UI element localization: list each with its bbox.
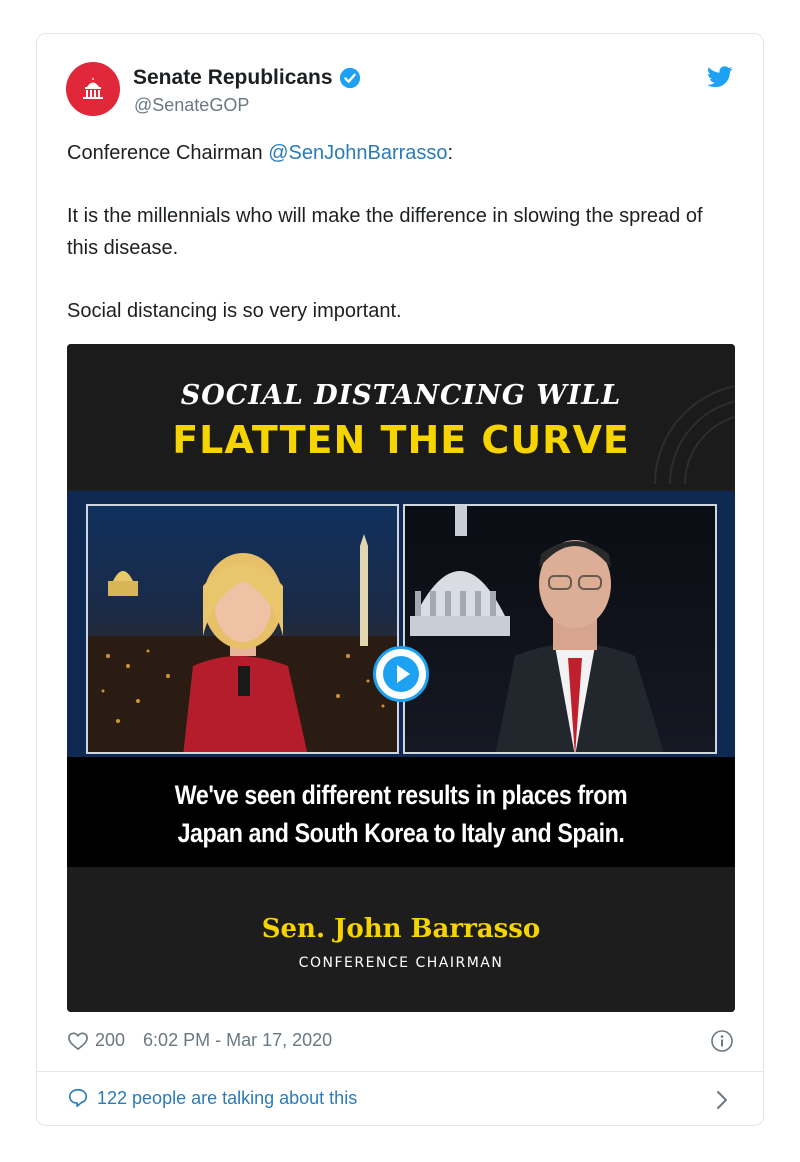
- chevron-right-icon[interactable]: [715, 1089, 729, 1111]
- tweet-paragraph-3: Social distancing is so very important.: [67, 300, 402, 322]
- anchor-video-panel: [86, 504, 399, 754]
- tweet-meta-row: 200 6:02 PM - Mar 17, 2020: [67, 1030, 332, 1051]
- caption-line-2: Japan and South Korea to Italy and Spain…: [177, 818, 625, 848]
- video-media[interactable]: SOCIAL DISTANCING WILL FLATTEN THE CURVE: [67, 344, 735, 1012]
- media-headline-banner: SOCIAL DISTANCING WILL FLATTEN THE CURVE: [67, 344, 735, 489]
- video-frame: [67, 491, 735, 757]
- conversation-count-text: 122 people are talking about this: [97, 1087, 358, 1108]
- author-display-name[interactable]: Senate Republicans: [133, 66, 333, 90]
- tweet-text-prefix: Conference Chairman: [67, 142, 269, 164]
- anchor-scene-image: [88, 534, 397, 752]
- tweet-text: Conference Chairman @SenJohnBarrasso: It…: [67, 137, 737, 358]
- headline-top: SOCIAL DISTANCING WILL: [180, 380, 622, 411]
- like-count[interactable]: 200: [95, 1030, 125, 1051]
- info-icon[interactable]: [710, 1029, 734, 1053]
- speaker-name-card: Sen. John Barrasso CONFERENCE CHAIRMAN: [67, 867, 735, 1012]
- speech-bubble-icon: [68, 1088, 88, 1108]
- embedded-tweet-card: Senate Republicans @SenateGOP Conference…: [36, 33, 764, 1126]
- speaker-name: Sen. John Barrasso: [261, 914, 541, 944]
- avatar[interactable]: [66, 62, 120, 116]
- tweet-paragraph-1: Conference Chairman @SenJohnBarrasso:: [67, 137, 737, 169]
- mention-link[interactable]: @SenJohnBarrasso: [268, 142, 447, 164]
- video-caption-bar: We've seen different results in places f…: [67, 757, 735, 867]
- video-caption: We've seen different results in places f…: [114, 776, 688, 852]
- senator-video-panel: [403, 504, 717, 754]
- play-button[interactable]: [373, 646, 429, 702]
- author-name-row: Senate Republicans: [133, 66, 361, 90]
- tweet-text-suffix: :: [447, 142, 454, 164]
- headline-bottom: FLATTEN THE CURVE: [172, 418, 630, 462]
- caption-line-1: We've seen different results in places f…: [174, 780, 628, 810]
- conversation-link[interactable]: 122 people are talking about this: [67, 1087, 357, 1109]
- senator-scene-image: [410, 506, 664, 752]
- tweet-timestamp[interactable]: 6:02 PM - Mar 17, 2020: [143, 1030, 332, 1051]
- play-icon: [383, 656, 419, 692]
- tweet-paragraph-2: It is the millennials who will make the …: [67, 205, 703, 259]
- divider: [37, 1071, 763, 1072]
- twitter-bird-icon[interactable]: [707, 66, 733, 88]
- capitol-icon: [83, 77, 103, 99]
- author-handle[interactable]: @SenateGOP: [134, 95, 249, 116]
- heart-icon[interactable]: [67, 1031, 89, 1051]
- verified-icon: [339, 67, 360, 89]
- speaker-title: CONFERENCE CHAIRMAN: [298, 955, 504, 971]
